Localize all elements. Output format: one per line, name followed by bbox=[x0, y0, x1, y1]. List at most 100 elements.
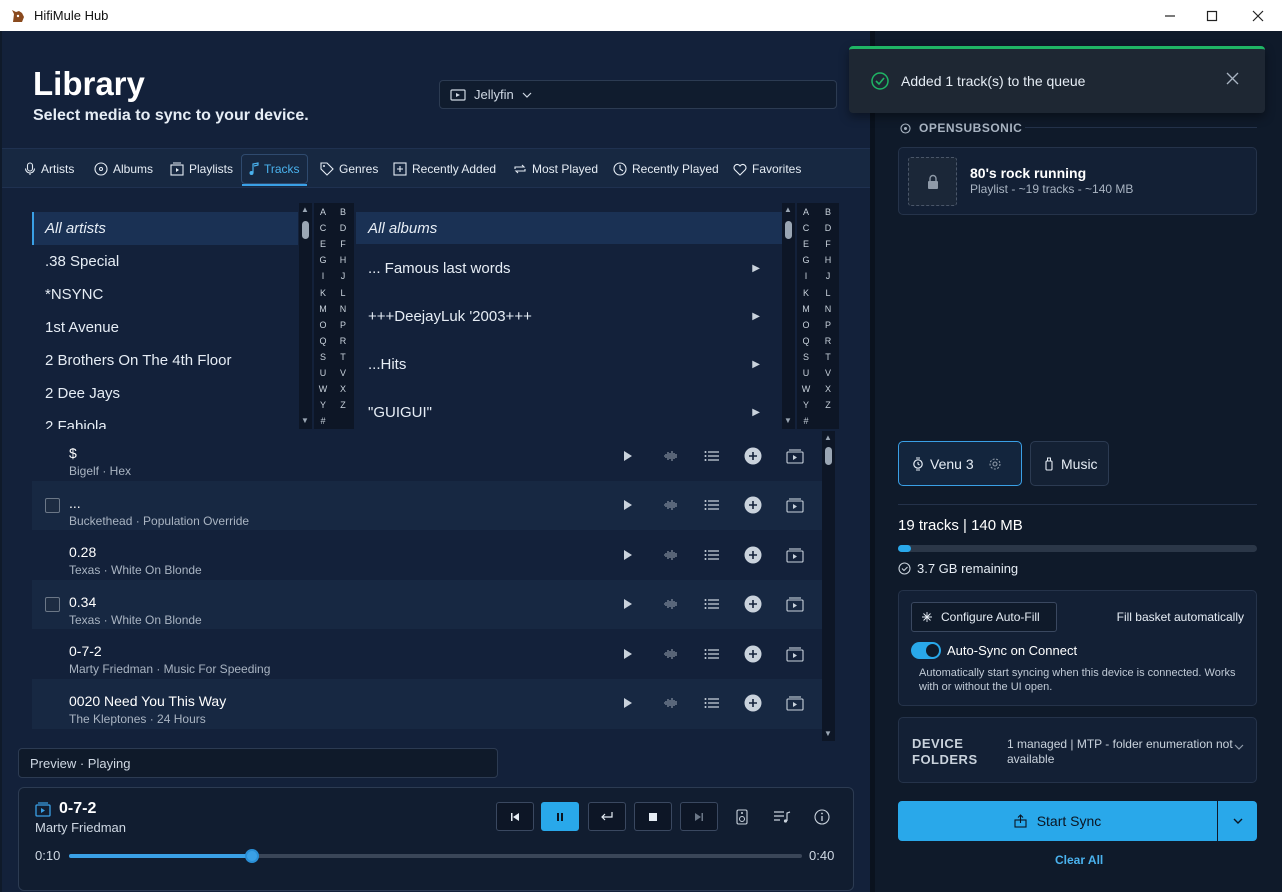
album-item[interactable]: ...Hits ▶ bbox=[356, 340, 782, 388]
alpha-letter[interactable]: D bbox=[819, 223, 837, 233]
add-to-basket-button[interactable] bbox=[738, 530, 768, 579]
source-selector[interactable]: Jellyfin bbox=[439, 80, 837, 109]
alpha-letter[interactable]: # bbox=[797, 416, 815, 426]
alpha-letter[interactable]: O bbox=[797, 320, 815, 330]
send-to-device-button[interactable] bbox=[780, 629, 810, 678]
artist-item[interactable]: 2 Fabiola bbox=[32, 410, 298, 429]
device-venu-3[interactable]: Venu 3 bbox=[898, 441, 1022, 486]
stop-button[interactable] bbox=[634, 802, 672, 831]
play-arrow-icon[interactable]: ▶ bbox=[752, 359, 760, 370]
alpha-letter[interactable]: N bbox=[334, 304, 352, 314]
alpha-letter[interactable]: Q bbox=[797, 336, 815, 346]
gear-icon[interactable] bbox=[988, 457, 1002, 471]
track-queue-button[interactable] bbox=[697, 530, 727, 579]
alpha-letter[interactable]: F bbox=[334, 239, 352, 249]
alpha-letter[interactable]: S bbox=[797, 352, 815, 362]
alpha-letter[interactable]: K bbox=[797, 288, 815, 298]
track-queue-button[interactable] bbox=[697, 431, 727, 480]
alpha-letter[interactable]: L bbox=[819, 288, 837, 298]
alpha-letter[interactable]: Q bbox=[314, 336, 332, 346]
return-button[interactable] bbox=[588, 802, 626, 831]
artist-list[interactable]: All artists .38 Special *NSYNC 1st Avenu… bbox=[32, 212, 298, 429]
tab-artists[interactable]: Artists bbox=[24, 155, 74, 183]
start-sync-button[interactable]: Start Sync bbox=[898, 801, 1217, 841]
chevron-down-icon[interactable] bbox=[1234, 744, 1244, 750]
artist-item[interactable]: *NSYNC bbox=[32, 278, 298, 311]
waveform-button[interactable] bbox=[656, 481, 686, 530]
alpha-letter[interactable]: M bbox=[797, 304, 815, 314]
alpha-letter[interactable]: O bbox=[314, 320, 332, 330]
alpha-letter[interactable]: U bbox=[797, 368, 815, 378]
tab-favorites[interactable]: Favorites bbox=[733, 155, 801, 183]
album-alpha-index[interactable]: A C E G I K M O Q S U W Y # B D F H J L N P R T V X Z bbox=[797, 203, 839, 429]
alpha-letter[interactable]: Y bbox=[314, 400, 332, 410]
alpha-letter[interactable]: H bbox=[819, 255, 837, 265]
add-to-basket-button[interactable] bbox=[738, 679, 768, 728]
track-scrollbar[interactable]: ▲ ▼ bbox=[822, 431, 835, 741]
scroll-thumb[interactable] bbox=[302, 221, 309, 239]
tab-tracks[interactable]: Tracks bbox=[241, 154, 308, 186]
alpha-letter[interactable]: J bbox=[819, 271, 837, 281]
alpha-letter[interactable]: P bbox=[819, 320, 837, 330]
alpha-letter[interactable]: D bbox=[334, 223, 352, 233]
alpha-letter[interactable]: A bbox=[797, 207, 815, 217]
waveform-button[interactable] bbox=[656, 629, 686, 678]
alpha-letter[interactable]: Y bbox=[797, 400, 815, 410]
autosync-toggle[interactable] bbox=[911, 642, 941, 659]
alpha-letter[interactable]: # bbox=[314, 416, 332, 426]
play-track-button[interactable] bbox=[613, 481, 643, 530]
minimize-button[interactable] bbox=[1147, 0, 1193, 31]
alpha-letter[interactable]: I bbox=[797, 271, 815, 281]
alpha-letter[interactable]: T bbox=[819, 352, 837, 362]
alpha-letter[interactable]: Z bbox=[819, 400, 837, 410]
album-item[interactable]: ... Famous last words ▶ bbox=[356, 244, 782, 292]
send-to-device-button[interactable] bbox=[780, 530, 810, 579]
tab-recently-added[interactable]: Recently Added bbox=[393, 155, 496, 183]
track-row[interactable]: 0.34 Texas · White On Blonde bbox=[32, 579, 822, 630]
album-item[interactable]: +++DeejayLuk '2003+++ ▶ bbox=[356, 292, 782, 340]
configure-autofill-button[interactable]: Configure Auto-Fill bbox=[911, 602, 1057, 632]
pause-button[interactable] bbox=[541, 802, 579, 831]
album-list[interactable]: All albums ... Famous last words ▶ +++Dee… bbox=[356, 212, 782, 429]
track-queue-button[interactable] bbox=[697, 481, 727, 530]
add-to-basket-button[interactable] bbox=[738, 580, 768, 629]
alpha-letter[interactable]: A bbox=[314, 207, 332, 217]
tab-genres[interactable]: Genres bbox=[320, 155, 378, 183]
alpha-letter[interactable]: R bbox=[334, 336, 352, 346]
device-music[interactable]: Music bbox=[1030, 441, 1109, 486]
maximize-button[interactable] bbox=[1189, 0, 1235, 31]
alpha-letter[interactable]: R bbox=[819, 336, 837, 346]
alpha-letter[interactable]: K bbox=[314, 288, 332, 298]
artist-item-all[interactable]: All artists bbox=[32, 212, 298, 245]
album-item[interactable]: "GUIGUI" ▶ bbox=[356, 388, 782, 429]
track-queue-button[interactable] bbox=[697, 580, 727, 629]
next-button[interactable] bbox=[680, 802, 718, 831]
scroll-down-icon[interactable]: ▼ bbox=[824, 729, 832, 738]
alpha-letter[interactable]: F bbox=[819, 239, 837, 249]
artist-item[interactable]: 2 Brothers On The 4th Floor bbox=[32, 344, 298, 377]
waveform-button[interactable] bbox=[656, 580, 686, 629]
alpha-letter[interactable]: I bbox=[314, 271, 332, 281]
alpha-letter[interactable]: S bbox=[314, 352, 332, 362]
alpha-letter[interactable]: E bbox=[314, 239, 332, 249]
tab-playlists[interactable]: Playlists bbox=[170, 155, 233, 183]
basket-item[interactable]: 80's rock running Playlist - ~19 tracks … bbox=[898, 147, 1257, 215]
sync-options-dropdown[interactable] bbox=[1218, 801, 1257, 841]
alpha-letter[interactable]: N bbox=[819, 304, 837, 314]
queue-button[interactable] bbox=[768, 802, 796, 831]
track-checkbox[interactable] bbox=[45, 497, 60, 513]
tab-recently-played[interactable]: Recently Played bbox=[613, 155, 719, 183]
tab-most-played[interactable]: Most Played bbox=[513, 155, 598, 183]
alpha-letter[interactable]: E bbox=[797, 239, 815, 249]
track-row[interactable]: $ Bigelf · Hex bbox=[32, 431, 822, 481]
alpha-letter[interactable]: P bbox=[334, 320, 352, 330]
play-track-button[interactable] bbox=[613, 679, 643, 728]
play-arrow-icon[interactable]: ▶ bbox=[752, 311, 760, 322]
close-icon[interactable] bbox=[1226, 72, 1239, 85]
track-row[interactable]: 0-7-2 Marty Friedman · Music For Speeding bbox=[32, 629, 822, 679]
play-track-button[interactable] bbox=[613, 629, 643, 678]
track-queue-button[interactable] bbox=[697, 629, 727, 678]
alpha-letter[interactable]: B bbox=[819, 207, 837, 217]
alpha-letter[interactable]: C bbox=[797, 223, 815, 233]
tab-albums[interactable]: Albums bbox=[94, 155, 153, 183]
